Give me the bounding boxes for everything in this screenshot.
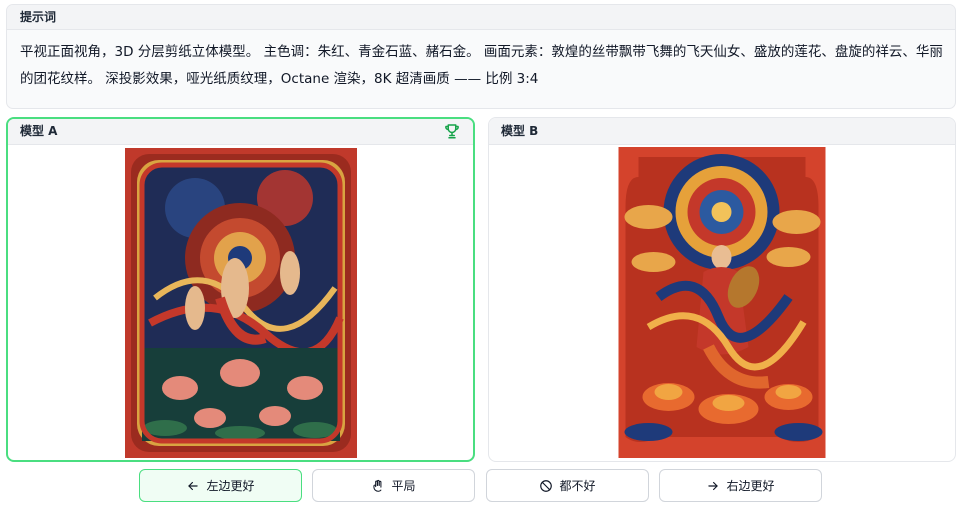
tie-label: 平局 <box>391 479 416 493</box>
left-better-label: 左边更好 <box>206 479 255 493</box>
model-a-image <box>124 148 357 458</box>
model-a-header: 模型 A <box>8 119 473 145</box>
trophy-icon <box>445 124 459 139</box>
ban-icon <box>540 479 553 492</box>
right-better-label: 右边更好 <box>726 479 775 493</box>
hand-icon <box>373 479 382 492</box>
model-a-panel[interactable]: 模型 A <box>6 117 475 462</box>
model-b-label: 模型 B <box>501 124 539 138</box>
arrow-left-icon <box>188 481 199 490</box>
left-better-button[interactable]: 左边更好 <box>139 469 302 502</box>
prompt-title: 提示词 <box>7 5 955 30</box>
right-better-button[interactable]: 右边更好 <box>659 469 822 502</box>
model-b-header: 模型 B <box>489 118 955 145</box>
both-bad-button[interactable]: 都不好 <box>486 469 649 502</box>
model-b-image <box>618 147 826 458</box>
prompt-card: 提示词 平视正面视角，3D 分层剪纸立体模型。 主色调：朱红、青金石蓝、赭石金。… <box>6 4 956 109</box>
both-bad-label: 都不好 <box>559 479 596 493</box>
model-b-panel[interactable]: 模型 B <box>488 117 956 462</box>
prompt-text: 平视正面视角，3D 分层剪纸立体模型。 主色调：朱红、青金石蓝、赭石金。 画面元… <box>20 44 943 87</box>
arrow-right-icon <box>708 481 719 490</box>
tie-button[interactable]: 平局 <box>312 469 475 502</box>
model-a-label: 模型 A <box>20 124 58 138</box>
